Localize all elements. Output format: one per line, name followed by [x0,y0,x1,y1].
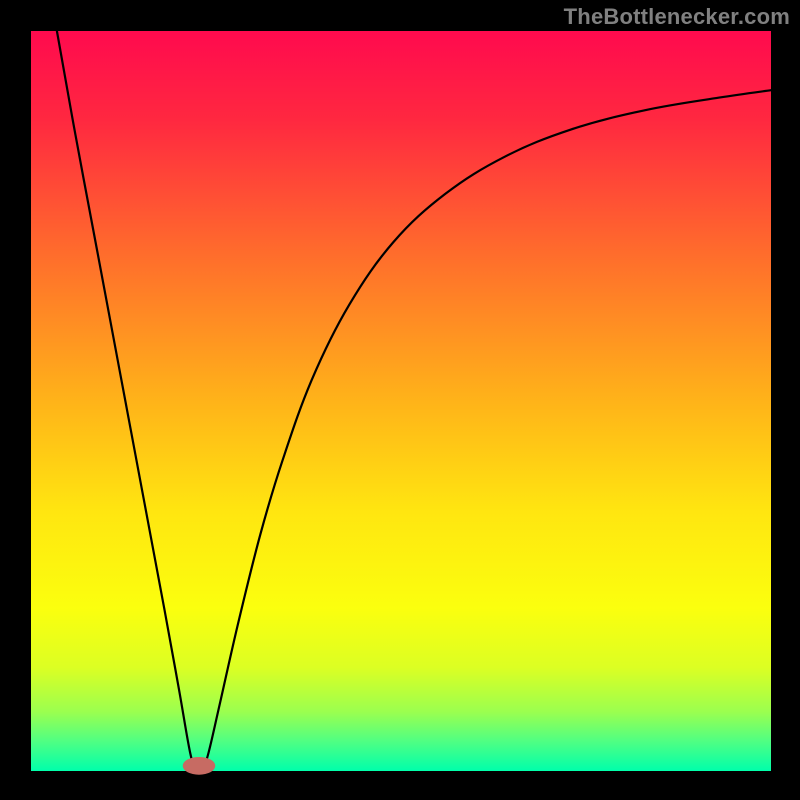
chart-canvas: TheBottlenecker.com [0,0,800,800]
attribution-text: TheBottlenecker.com [564,4,790,30]
minimum-marker [183,757,216,775]
plot-background [31,31,771,771]
bottleneck-chart [0,0,800,800]
